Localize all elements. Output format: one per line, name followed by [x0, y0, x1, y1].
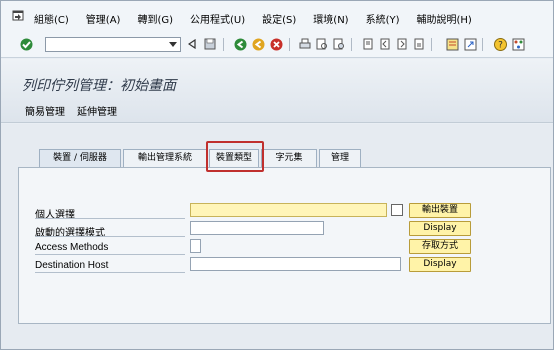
menu-goto[interactable]: 轉到(G) [137, 11, 173, 26]
tab-devices-servers[interactable]: 裝置 / 伺服器 [39, 149, 121, 168]
access-methods-button[interactable]: 存取方式 [409, 239, 471, 254]
simple-admin-button[interactable]: 簡易管理 [25, 103, 65, 118]
display-destination-host-button[interactable]: Display [409, 257, 471, 272]
shortcut-icon[interactable] [463, 37, 477, 51]
menu-bar: 組態(C) 管理(A) 轉到(G) 公用程式(U) 設定(S) 環境(N) 系統… [1, 1, 553, 32]
access-methods-input[interactable] [190, 239, 201, 253]
personal-selection-input[interactable] [190, 203, 387, 217]
label-underline [35, 218, 185, 219]
menu-environment[interactable]: 環境(N) [313, 11, 348, 26]
page-title: 列印佇列管理：初始畫面 [22, 78, 176, 94]
create-session-icon[interactable] [445, 37, 459, 51]
find-icon[interactable] [315, 37, 329, 51]
value-help-icon[interactable] [391, 204, 403, 216]
sap-window: 組態(C) 管理(A) 轉到(G) 公用程式(U) 設定(S) 環境(N) 系統… [0, 0, 554, 350]
extended-admin-button[interactable]: 延伸管理 [77, 103, 117, 118]
back-triangle-icon[interactable] [185, 37, 199, 51]
display-selection-mode-button[interactable]: Display [409, 221, 471, 236]
print-icon[interactable] [298, 37, 312, 51]
enter-checkmark-icon[interactable] [19, 37, 33, 51]
output-devices-button[interactable]: 輸出裝置 [409, 203, 471, 218]
exit-icon[interactable] [251, 37, 265, 51]
label-underline [35, 254, 185, 255]
tab-device-types[interactable]: 裝置類型 [209, 149, 259, 167]
cancel-icon[interactable] [269, 37, 283, 51]
system-menu-icon[interactable] [12, 10, 24, 21]
tab-output-management[interactable]: 輸出管理系統 [123, 149, 207, 167]
toolbar-separator [431, 38, 432, 51]
find-next-icon[interactable] [332, 37, 346, 51]
menu-settings[interactable]: 設定(S) [262, 11, 296, 26]
main-content: 裝置 / 伺服器 輸出管理系統 裝置類型 字元集 管理 個人選擇 輸出裝置 啟動… [1, 124, 553, 349]
access-methods-label: Access Methods [35, 242, 109, 253]
devices-servers-panel: 個人選擇 輸出裝置 啟動的選擇模式 Display Access Methods… [18, 167, 551, 324]
destination-host-input[interactable] [190, 257, 401, 271]
first-page-icon[interactable] [361, 37, 375, 51]
standard-toolbar: ? [1, 32, 553, 58]
label-underline [35, 272, 185, 273]
customize-layout-icon[interactable] [511, 37, 525, 51]
tab-character-sets[interactable]: 字元集 [261, 149, 317, 167]
back-icon[interactable] [233, 37, 247, 51]
svg-text:?: ? [498, 40, 503, 50]
toolbar-separator [223, 38, 224, 51]
destination-host-label: Destination Host [35, 260, 109, 271]
menu-administration[interactable]: 管理(A) [86, 11, 121, 26]
last-page-icon[interactable] [412, 37, 426, 51]
chevron-down-icon[interactable] [169, 42, 177, 47]
title-area: 列印佇列管理：初始畫面 簡易管理 延伸管理 [1, 59, 553, 123]
menu-utilities[interactable]: 公用程式(U) [190, 11, 245, 26]
toolbar-separator [482, 38, 483, 51]
toolbar-separator [351, 38, 352, 51]
toolbar-separator [289, 38, 290, 51]
tab-administration[interactable]: 管理 [319, 149, 361, 167]
command-field[interactable] [45, 37, 181, 52]
active-selection-mode-input[interactable] [190, 221, 324, 235]
save-icon[interactable] [203, 37, 217, 51]
help-icon[interactable]: ? [493, 37, 507, 51]
menu-help[interactable]: 輔助說明(H) [417, 11, 472, 26]
label-underline [35, 236, 185, 237]
menu-configuration[interactable]: 組態(C) [34, 11, 69, 26]
menu-system[interactable]: 系統(Y) [366, 11, 400, 26]
next-page-icon[interactable] [395, 37, 409, 51]
previous-page-icon[interactable] [378, 37, 392, 51]
